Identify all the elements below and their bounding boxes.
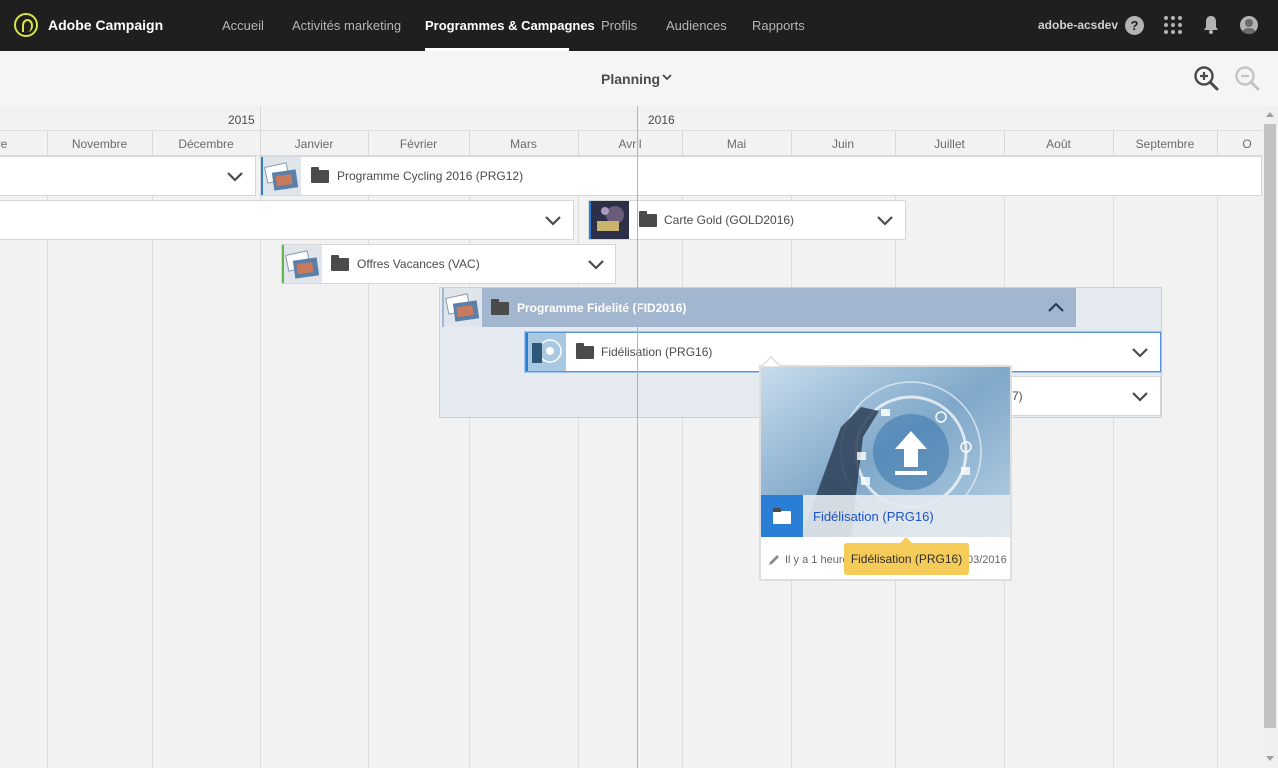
user-avatar-icon[interactable] xyxy=(1240,16,1258,34)
view-header: Planning xyxy=(0,51,1278,106)
nav-item-audiences[interactable]: Audiences xyxy=(666,18,727,33)
bar-label: Programme Cycling 2016 (PRG12) xyxy=(337,169,524,183)
bar-label: Carte Gold (GOLD2016) xyxy=(664,213,795,227)
month-label: ore xyxy=(0,137,8,151)
program-bar-fidelite[interactable]: Programme Fidelité (FID2016) xyxy=(442,288,1076,327)
program-thumbnail xyxy=(263,157,301,195)
folder-icon xyxy=(331,255,349,271)
scroll-up-icon[interactable] xyxy=(1266,112,1274,117)
help-icon[interactable]: ? xyxy=(1125,16,1144,35)
folder-icon xyxy=(491,299,509,315)
program-thumbnail xyxy=(284,245,322,283)
nav-item-accueil[interactable]: Accueil xyxy=(222,18,264,33)
vertical-scrollbar[interactable] xyxy=(1262,106,1278,768)
chevron-down-icon[interactable] xyxy=(1131,389,1149,403)
bar-label: Offres Vacances (VAC) xyxy=(357,257,480,271)
pencil-icon xyxy=(769,555,779,565)
folder-icon xyxy=(576,343,594,359)
program-bar-continuation[interactable] xyxy=(0,156,256,196)
month-label: Mai xyxy=(726,137,747,151)
chevron-down-icon[interactable] xyxy=(876,213,894,227)
notifications-bell-icon[interactable] xyxy=(1203,15,1219,35)
nav-item-rapports[interactable]: Rapports xyxy=(752,18,805,33)
timeline-years-row: 2015 2016 xyxy=(0,106,1262,131)
zoom-out-icon[interactable] xyxy=(1233,64,1261,92)
nav-item-programmes-campagnes[interactable]: Programmes & Campagnes xyxy=(425,18,595,33)
zoom-in-icon[interactable] xyxy=(1192,64,1220,92)
chevron-down-icon[interactable] xyxy=(587,257,605,271)
month-label: Mars xyxy=(510,137,537,151)
card-title-row[interactable]: Fidélisation (PRG16) xyxy=(761,495,1010,537)
folder-icon xyxy=(761,495,803,537)
program-bar-offres-vacances[interactable]: Offres Vacances (VAC) xyxy=(281,244,616,284)
folder-icon xyxy=(311,167,329,183)
year-label: 2015 xyxy=(228,113,255,127)
bar-label: Programme Fidelité (FID2016) xyxy=(517,301,687,315)
tooltip: Fidélisation (PRG16) xyxy=(844,543,969,575)
card-pointer xyxy=(761,355,781,367)
card-modified-time: Il y a 1 heure xyxy=(785,554,849,566)
program-thumbnail xyxy=(591,201,629,239)
program-bar-child[interactable]: 7) xyxy=(1008,376,1161,416)
adobe-campaign-logo-icon[interactable] xyxy=(14,13,38,37)
chevron-down-icon[interactable] xyxy=(661,71,673,83)
chevron-up-icon[interactable] xyxy=(1047,300,1065,314)
year-label: 2016 xyxy=(648,113,675,127)
user-name[interactable]: adobe-acsdev xyxy=(1038,18,1118,32)
month-label: Avril xyxy=(618,137,642,151)
month-label: Novembre xyxy=(71,137,128,151)
chevron-down-icon[interactable] xyxy=(544,213,562,227)
folder-icon xyxy=(639,211,657,227)
month-label: Août xyxy=(1046,137,1071,151)
top-navigation-bar: Adobe Campaign Accueil Activités marketi… xyxy=(0,0,1278,51)
program-bar-continuation[interactable] xyxy=(0,200,574,240)
month-label: Février xyxy=(399,137,438,151)
month-label: Décembre xyxy=(178,137,234,151)
month-label: Janvier xyxy=(294,137,334,151)
scroll-down-icon[interactable] xyxy=(1266,756,1274,761)
program-thumbnail xyxy=(528,333,566,371)
month-label: Septembre xyxy=(1135,137,1195,151)
month-label: Juin xyxy=(831,137,854,151)
nav-item-activites-marketing[interactable]: Activités marketing xyxy=(292,18,401,33)
month-label: O xyxy=(1242,137,1252,151)
program-thumbnail xyxy=(444,288,482,327)
apps-grid-icon[interactable] xyxy=(1164,16,1183,35)
program-bar-carte-gold[interactable]: Carte Gold (GOLD2016) xyxy=(588,200,906,240)
view-selector[interactable]: Planning xyxy=(601,71,660,87)
month-label: Juillet xyxy=(934,137,965,151)
bar-label: 7) xyxy=(1012,389,1023,403)
timeline-grid[interactable] xyxy=(0,156,1262,768)
card-date: 03/2016 xyxy=(967,554,1007,566)
chevron-down-icon[interactable] xyxy=(226,169,244,183)
program-bar-cycling[interactable]: Programme Cycling 2016 (PRG12) xyxy=(260,156,1262,196)
timeline-months-row: ore Novembre Décembre Janvier Février Ma… xyxy=(0,131,1262,156)
chevron-down-icon[interactable] xyxy=(1131,345,1149,359)
bar-label: Fidélisation (PRG16) xyxy=(601,345,713,359)
year-separator xyxy=(260,106,261,131)
today-marker xyxy=(637,106,638,768)
nav-item-profils[interactable]: Profils xyxy=(601,18,637,33)
card-title[interactable]: Fidélisation (PRG16) xyxy=(813,509,934,524)
brand-name[interactable]: Adobe Campaign xyxy=(48,17,163,33)
scrollbar-thumb[interactable] xyxy=(1264,124,1276,728)
